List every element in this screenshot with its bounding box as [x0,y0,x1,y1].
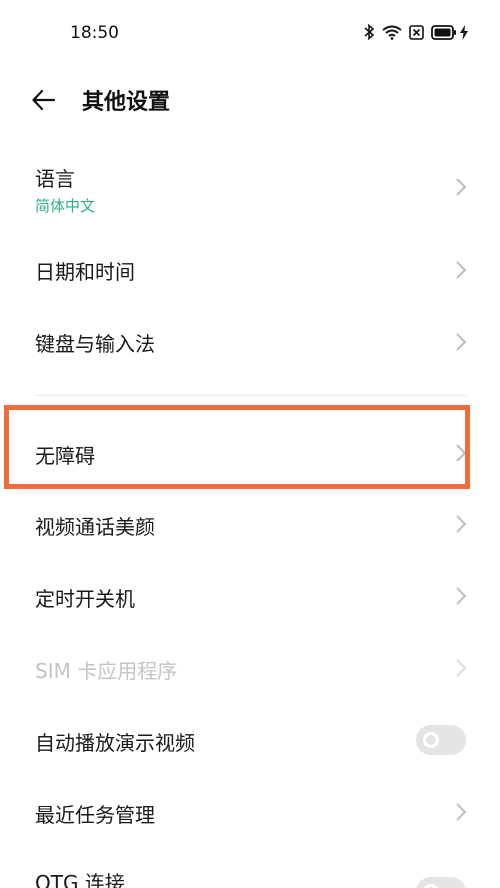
arrow-left-icon[interactable] [30,86,58,114]
status-icons [363,24,468,40]
language-value: 简体中文 [35,197,96,215]
chevron-right-icon [456,261,467,279]
toggle-knob [423,732,439,748]
chevron-right-icon [456,803,467,821]
settings-item-label: 视频通话美颜 [35,515,155,539]
sim-off-icon [409,24,424,40]
settings-item-otg: OTG 连接 [0,855,500,888]
settings-item-label: 键盘与输入法 [35,332,155,356]
status-bar: 18:50 [0,0,500,66]
settings-item-label: 语言 [35,167,75,191]
settings-item-label: OTG 连接 [35,871,125,888]
autoplay-toggle[interactable] [416,725,466,755]
settings-item-label: 定时开关机 [35,587,135,611]
chevron-right-icon [456,178,467,196]
chevron-right-icon [456,659,467,677]
highlight-box [4,405,470,489]
settings-item-scheduled-power[interactable]: 定时开关机 [0,567,500,627]
settings-item-label: 最近任务管理 [35,803,155,827]
settings-item-sim-apps: SIM 卡应用程序 [0,639,500,699]
settings-item-recent-tasks[interactable]: 最近任务管理 [0,783,500,843]
chevron-right-icon [456,587,467,605]
toggle-knob [423,884,439,888]
wifi-icon [382,25,402,40]
chevron-right-icon [456,333,467,351]
settings-item-datetime[interactable]: 日期和时间 [0,240,500,300]
chevron-right-icon [456,515,467,533]
settings-item-label: 日期和时间 [35,260,135,284]
page-title: 其他设置 [82,90,171,115]
settings-item-keyboard[interactable]: 键盘与输入法 [0,312,500,372]
charging-icon [460,24,468,40]
battery-icon [431,24,457,40]
settings-item-autoplay-demo: 自动播放演示视频 [0,711,500,771]
bluetooth-icon [363,24,375,40]
otg-toggle[interactable] [416,877,466,888]
settings-item-language[interactable]: 语言 简体中文 [0,150,500,230]
status-time: 18:50 [70,23,119,43]
settings-item-label: 自动播放演示视频 [35,731,195,755]
section-divider [35,395,467,396]
settings-item-label: SIM 卡应用程序 [35,659,178,683]
title-bar: 其他设置 [0,72,500,128]
settings-item-video-beauty[interactable]: 视频通话美颜 [0,495,500,555]
